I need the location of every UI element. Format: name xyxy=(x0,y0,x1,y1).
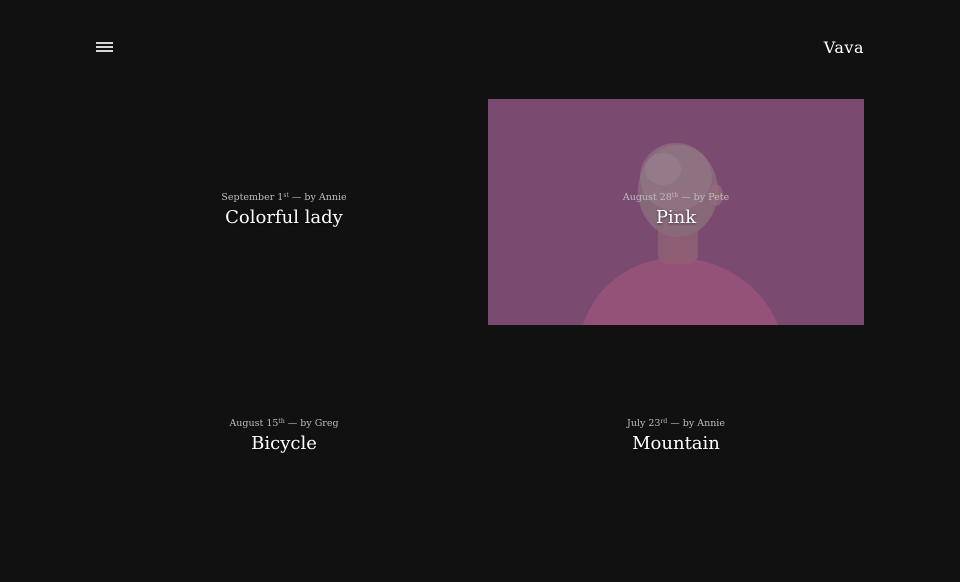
post-date-suffix: th xyxy=(671,192,679,199)
post-title[interactable]: Mountain xyxy=(632,433,720,454)
post-title[interactable]: Colorful lady xyxy=(225,207,343,228)
post-date-suffix: rd xyxy=(660,418,668,425)
post-overlay: August 15th — by Greg Bicycle xyxy=(96,325,472,551)
post-overlay: August 28th — by Pete Pink xyxy=(488,99,864,325)
post-meta: September 1st — by Annie xyxy=(221,192,346,204)
post-date: July 23 xyxy=(627,418,661,429)
post-meta: July 23rd — by Annie xyxy=(627,418,725,430)
hamburger-icon-line xyxy=(96,50,113,52)
post-title[interactable]: Pink xyxy=(656,207,696,228)
post-byline: — by Annie xyxy=(288,192,347,203)
hamburger-menu-button[interactable] xyxy=(96,42,113,54)
post-card-mountain[interactable]: July 23rd — by Annie Mountain xyxy=(488,325,864,551)
post-overlay: July 23rd — by Annie Mountain xyxy=(488,325,864,551)
post-card-pink[interactable]: August 28th — by Pete Pink xyxy=(488,99,864,325)
post-card-bicycle[interactable]: August 15th — by Greg Bicycle xyxy=(96,325,472,551)
post-meta: August 28th — by Pete xyxy=(623,192,729,204)
post-byline: — by Annie xyxy=(667,418,725,429)
hamburger-icon-line xyxy=(96,42,113,44)
post-date: September 1 xyxy=(221,192,284,203)
post-overlay: September 1st — by Annie Colorful lady xyxy=(96,99,472,325)
post-date: August 28 xyxy=(622,192,672,203)
hamburger-icon-line xyxy=(96,46,113,48)
post-date: August 15 xyxy=(229,418,279,429)
post-byline: — by Pete xyxy=(678,192,730,203)
post-meta: August 15th — by Greg xyxy=(229,418,338,430)
post-card-colorful-lady[interactable]: September 1st — by Annie Colorful lady xyxy=(96,99,472,325)
site-brand[interactable]: Vava xyxy=(824,38,864,57)
post-date-suffix: th xyxy=(278,418,285,425)
post-title[interactable]: Bicycle xyxy=(251,433,317,454)
post-byline: — by Greg xyxy=(284,418,339,429)
post-date-suffix: st xyxy=(283,192,289,199)
